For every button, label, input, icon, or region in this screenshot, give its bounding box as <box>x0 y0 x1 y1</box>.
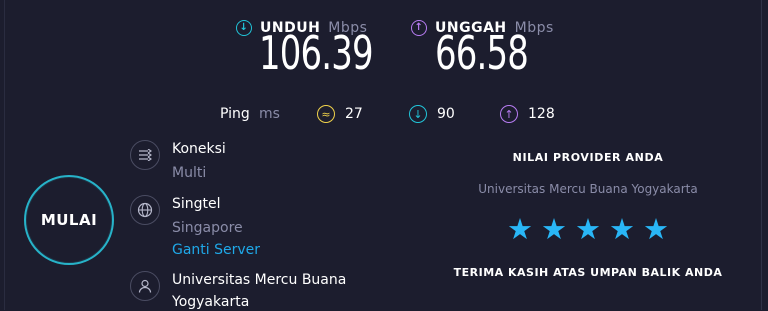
ping-download: ↓ 90 <box>409 105 455 123</box>
gauge-icon: ≈ <box>317 105 335 123</box>
star-1-icon[interactable]: ★ <box>507 214 533 244</box>
left-edge <box>0 0 5 310</box>
ping-label: Ping <box>220 106 250 122</box>
ping-row: Ping ms ≈ 27 ↓ 90 ↑ 128 <box>220 105 760 125</box>
arrow-down-circle-icon: ↓ <box>409 105 427 123</box>
arrow-up-circle-icon: ↑ <box>411 20 427 36</box>
start-button-label: MULAI <box>40 211 98 229</box>
server-location: Singapore <box>172 220 243 236</box>
ping-idle-value: 27 <box>345 106 363 122</box>
globe-icon <box>130 195 160 225</box>
user-icon <box>130 271 160 301</box>
change-server-link[interactable]: Ganti Server <box>172 241 260 259</box>
arrow-up-circle-icon: ↑ <box>500 105 518 123</box>
connection-value: Multi <box>172 165 207 181</box>
arrow-down-circle-icon: ↓ <box>236 20 252 36</box>
connections-icon <box>130 140 160 170</box>
connection-title: Koneksi <box>172 141 226 157</box>
rating-thanks: TERIMA KASIH ATAS UMPAN BALIK ANDA <box>453 266 723 279</box>
rating-isp: Universitas Mercu Buana Yogyakarta <box>478 182 698 196</box>
ping-upload-value: 128 <box>528 106 555 122</box>
star-3-icon[interactable]: ★ <box>575 214 601 244</box>
download-value: 106.39 <box>259 26 374 80</box>
provider-name-line2: Yogyakarta <box>172 294 250 310</box>
upload-value: 66.58 <box>435 26 529 80</box>
right-scroll-edge <box>761 0 768 310</box>
ping-idle: ≈ 27 <box>317 105 363 123</box>
server-name: Singtel <box>172 196 221 212</box>
ping-download-value: 90 <box>437 106 455 122</box>
star-4-icon[interactable]: ★ <box>609 214 635 244</box>
provider-name-line1: Universitas Mercu Buana <box>172 272 347 288</box>
rating-stars: ★ ★ ★ ★ ★ <box>438 214 738 244</box>
star-5-icon[interactable]: ★ <box>643 214 669 244</box>
ping-unit: ms <box>259 106 280 122</box>
rating-title: NILAI PROVIDER ANDA <box>512 151 664 164</box>
ping-upload: ↑ 128 <box>500 105 555 123</box>
start-button[interactable]: MULAI <box>24 175 114 265</box>
star-2-icon[interactable]: ★ <box>541 214 567 244</box>
